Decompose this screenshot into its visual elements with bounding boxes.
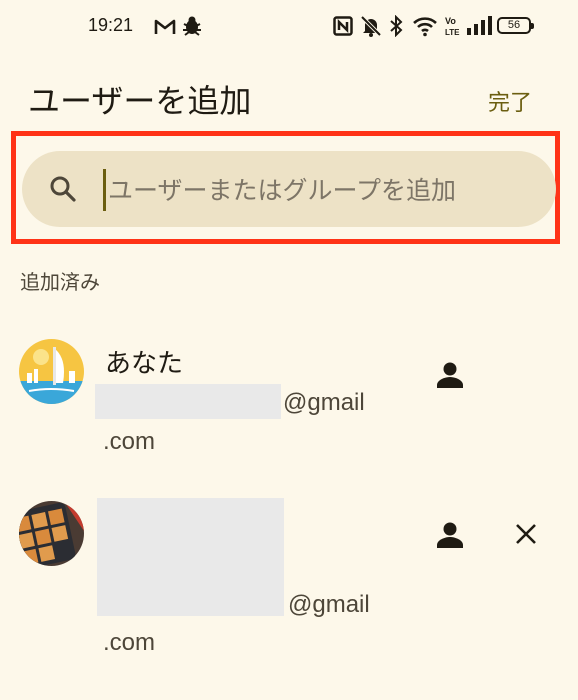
search-icon [50,176,76,202]
signal-icon [467,16,492,35]
volte-icon: Vo LTE [445,16,460,37]
search-input[interactable] [108,169,528,211]
avatar [19,501,84,566]
status-time: 19:21 [88,15,134,35]
text-cursor [103,169,106,211]
done-button[interactable]: 完了 [488,85,532,117]
status-bar: 19:21 Vo LTE 56 [0,0,578,56]
person-icon[interactable] [436,362,464,388]
email-domain: .com [103,629,156,656]
battery-icon: 56 [497,17,534,34]
svg-text:Vo: Vo [445,16,456,26]
bug-notification-icon [183,16,201,36]
redacted-email [95,384,281,419]
search-bar[interactable] [22,151,556,227]
nfc-icon [333,16,353,36]
gmail-icon [154,19,176,34]
close-icon[interactable] [514,522,538,546]
page-title: ユーザーを追加 [28,82,252,120]
redacted-name-email [97,498,284,616]
person-icon[interactable] [436,522,464,548]
email-domain: .com [103,428,156,455]
svg-text:LTE: LTE [445,28,460,37]
section-label-added: 追加済み [20,270,100,294]
user-row[interactable]: @gmail .com [0,495,578,665]
bluetooth-icon [390,15,403,37]
user-name: あなた [105,349,184,379]
user-row[interactable]: あなた @gmail .com [0,330,578,470]
email-suffix: @gmail [283,389,365,416]
email-suffix: @gmail [288,591,370,618]
wifi-icon [413,17,437,37]
mute-icon [360,15,382,37]
avatar [19,339,84,404]
